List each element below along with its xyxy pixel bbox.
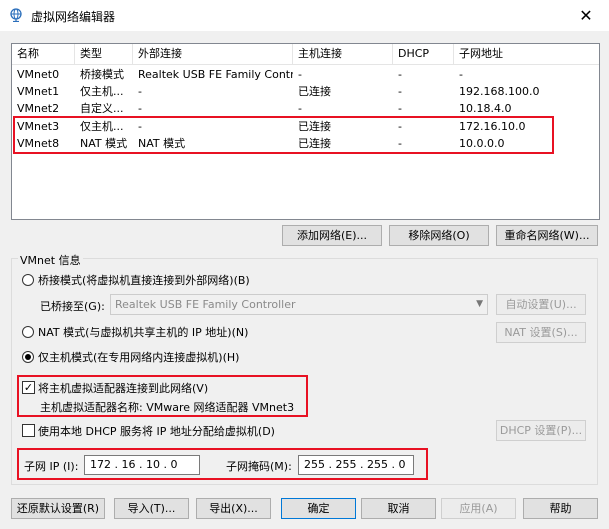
column-header-name[interactable]: 名称 (12, 44, 75, 64)
bridged-to-value: Realtek USB FE Family Controller (115, 298, 296, 311)
chevron-down-icon: ▼ (476, 299, 483, 309)
nat-settings-button: NAT 设置(S)... (496, 322, 586, 343)
use-dhcp-checkbox[interactable] (22, 424, 35, 437)
host-only-mode-label[interactable]: 仅主机模式(在专用网络内连接虚拟机)(H) (38, 349, 239, 365)
dhcp-settings-button: DHCP 设置(P)... (496, 420, 586, 441)
cell-name: VMnet0 (17, 68, 60, 81)
cell-name: VMnet2 (17, 102, 60, 115)
cell-type: 仅主机... (80, 85, 124, 98)
ok-button[interactable]: 确定 (281, 498, 356, 519)
cell-external: - (138, 102, 142, 115)
use-dhcp-label[interactable]: 使用本地 DHCP 服务将 IP 地址分配给虚拟机(D) (38, 423, 275, 439)
remove-network-button[interactable]: 移除网络(O) (389, 225, 489, 246)
nat-mode-radio[interactable] (22, 326, 34, 338)
bridge-mode-radio[interactable] (22, 274, 34, 286)
add-network-button[interactable]: 添加网络(E)... (282, 225, 382, 246)
cell-dhcp: - (398, 102, 402, 115)
highlight-rows-frame (13, 116, 554, 154)
cell-type: 桥接模式 (80, 68, 124, 81)
title-bar: 虚拟网络编辑器 ✕ (0, 0, 609, 31)
highlight-adapter-frame (17, 375, 308, 417)
close-icon[interactable]: ✕ (563, 0, 609, 31)
vmnet-info-label: VMnet 信息 (18, 252, 83, 268)
cell-host: - (298, 102, 302, 115)
column-header-type[interactable]: 类型 (75, 44, 133, 64)
bridged-to-select: Realtek USB FE Family Controller ▼ (110, 294, 488, 315)
cell-subnet: 192.168.100.0 (459, 85, 540, 98)
network-globe-icon (10, 8, 22, 22)
cell-name: VMnet1 (17, 85, 60, 98)
cell-subnet: 10.18.4.0 (459, 102, 512, 115)
help-button[interactable]: 帮助 (523, 498, 598, 519)
host-only-mode-radio[interactable] (22, 351, 34, 363)
cancel-button[interactable]: 取消 (361, 498, 436, 519)
highlight-subnet-frame (17, 448, 428, 480)
cell-dhcp: - (398, 68, 402, 81)
window-title: 虚拟网络编辑器 (31, 10, 116, 24)
cell-host: 已连接 (298, 85, 331, 98)
bridged-to-label: 已桥接至(G): (40, 300, 105, 313)
table-row[interactable]: VMnet2 自定义... - - - 10.18.4.0 (12, 100, 599, 117)
rename-network-button[interactable]: 重命名网络(W)... (496, 225, 598, 246)
column-header-external[interactable]: 外部连接 (133, 44, 293, 64)
cell-dhcp: - (398, 85, 402, 98)
cell-external: Realtek USB FE Family Contr... (138, 68, 293, 81)
table-row[interactable]: VMnet1 仅主机... - 已连接 - 192.168.100.0 (12, 83, 599, 100)
column-header-subnet[interactable]: 子网地址 (454, 44, 599, 64)
column-header-host[interactable]: 主机连接 (293, 44, 393, 64)
table-row[interactable]: VMnet0 桥接模式 Realtek USB FE Family Contr.… (12, 66, 599, 83)
cell-external: - (138, 85, 142, 98)
column-header-dhcp[interactable]: DHCP (393, 44, 454, 64)
restore-defaults-button[interactable]: 还原默认设置(R) (11, 498, 105, 519)
list-header: 名称 类型 外部连接 主机连接 DHCP 子网地址 (12, 44, 599, 65)
import-button[interactable]: 导入(T)... (114, 498, 189, 519)
auto-settings-button: 自动设置(U)... (496, 294, 586, 315)
bridge-mode-label[interactable]: 桥接模式(将虚拟机直接连接到外部网络)(B) (38, 272, 250, 288)
cell-host: - (298, 68, 302, 81)
apply-button: 应用(A) (441, 498, 516, 519)
export-button[interactable]: 导出(X)... (196, 498, 271, 519)
cell-type: 自定义... (80, 102, 124, 115)
nat-mode-label[interactable]: NAT 模式(与虚拟机共享主机的 IP 地址)(N) (38, 324, 248, 340)
cell-subnet: - (459, 68, 463, 81)
